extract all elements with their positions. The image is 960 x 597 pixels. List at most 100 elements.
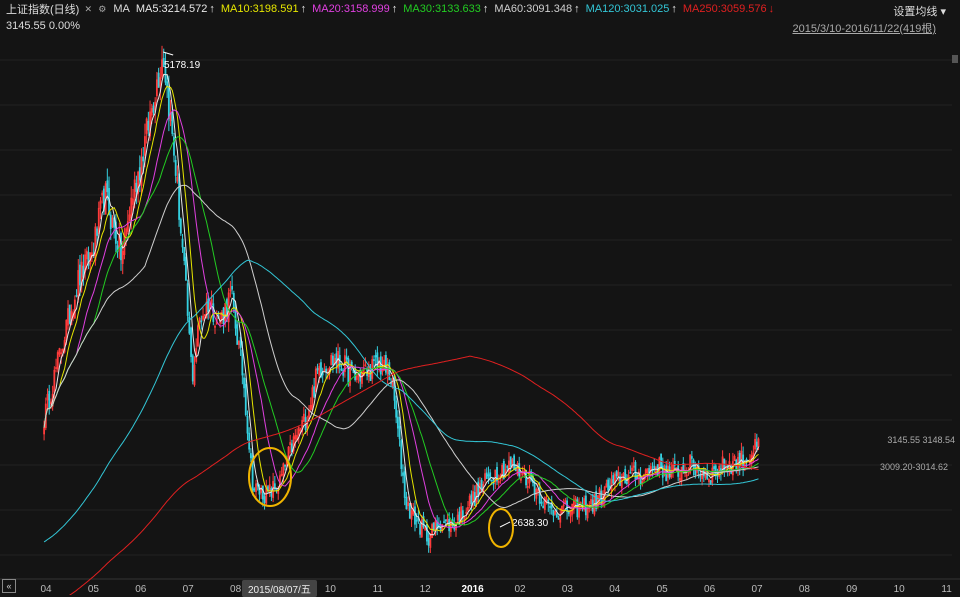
candle xyxy=(708,478,710,488)
candle xyxy=(644,468,647,480)
candle-body xyxy=(566,500,568,512)
scrollbar-thumb[interactable] xyxy=(952,55,958,63)
candle-body xyxy=(75,294,78,297)
x-tick-label: 09 xyxy=(846,584,858,595)
candle-body xyxy=(485,472,488,480)
candle-body xyxy=(444,519,447,522)
candle-body xyxy=(402,472,404,476)
candle xyxy=(386,357,389,384)
candle xyxy=(429,533,432,554)
candle xyxy=(73,295,76,319)
candle-body xyxy=(432,522,435,531)
candle-body xyxy=(403,471,406,498)
close-icon[interactable]: ✕ xyxy=(83,4,93,14)
candle xyxy=(431,522,433,539)
date-range-link[interactable]: 2015/3/10-2016/11/22(419根) xyxy=(792,20,936,36)
candle xyxy=(68,304,71,325)
candle xyxy=(376,346,379,376)
candle xyxy=(549,502,551,515)
candle-body xyxy=(653,465,656,469)
candle xyxy=(126,210,129,235)
candle-body xyxy=(261,485,264,500)
low-pointer xyxy=(499,521,511,528)
cursor-date-label: 2015/08/07/五 xyxy=(242,580,317,597)
scroll-left-button[interactable]: « xyxy=(2,579,16,593)
chevron-down-icon: ▾ xyxy=(940,6,946,18)
candle-body xyxy=(340,368,343,371)
grid xyxy=(0,59,952,556)
candle xyxy=(159,66,162,101)
candle xyxy=(692,458,695,476)
candle xyxy=(190,326,192,363)
candle-body xyxy=(607,479,610,491)
settings-icon[interactable]: ⚙ xyxy=(97,4,107,14)
candle xyxy=(361,369,363,388)
candle xyxy=(550,495,553,515)
candle-body xyxy=(167,86,170,120)
candle-body xyxy=(540,501,543,504)
candle xyxy=(195,338,198,364)
candle-body xyxy=(313,386,316,397)
candle-body xyxy=(275,488,278,491)
candle-body xyxy=(138,167,141,181)
candle xyxy=(631,462,633,475)
candle xyxy=(267,485,269,494)
ma-legend-label: MA20:3158.999 xyxy=(312,3,390,15)
candle-body xyxy=(183,247,186,262)
candle xyxy=(311,384,314,411)
candle xyxy=(120,231,122,271)
candle-body xyxy=(443,521,445,524)
candle xyxy=(193,356,196,387)
x-tick-label: 11 xyxy=(941,584,952,595)
candle xyxy=(75,289,78,298)
candle xyxy=(220,309,223,325)
candle-body xyxy=(142,156,145,162)
candle-body xyxy=(284,464,286,467)
candle xyxy=(496,462,498,486)
x-tick-label: 07 xyxy=(751,584,763,595)
candle xyxy=(316,363,319,375)
candle xyxy=(181,233,184,253)
candlestick-chart[interactable]: 0405060708091011122016020304050607080910… xyxy=(0,0,960,595)
candle-body xyxy=(263,496,266,503)
candle xyxy=(672,457,674,478)
chart-legend: 上证指数(日线) ✕ ⚙ MA MA5:3214.572 ↑ MA10:3198.5… xyxy=(0,0,960,18)
candle-body xyxy=(345,356,348,360)
candle xyxy=(632,457,635,472)
ma-legend-label: MA60:3091.348 xyxy=(494,3,573,15)
candle xyxy=(526,478,529,494)
candle xyxy=(673,453,676,470)
candle xyxy=(118,222,121,260)
highlight-circle xyxy=(488,508,514,548)
candle xyxy=(637,468,640,485)
candle xyxy=(473,485,476,507)
candle xyxy=(82,254,85,286)
candle-body xyxy=(415,519,418,522)
ma-legend-item: MA250:3059.576 ↓ xyxy=(683,3,774,15)
candle xyxy=(733,454,736,462)
candle xyxy=(569,509,572,524)
ma-legend-item: MA120:3031.025 ↑ xyxy=(586,3,677,15)
candle-body xyxy=(68,304,71,324)
candle xyxy=(513,453,516,471)
candle xyxy=(330,352,333,366)
candle xyxy=(396,410,399,437)
x-tick-label: 05 xyxy=(88,584,100,595)
candle xyxy=(289,434,292,454)
arrow-up-icon: ↑ xyxy=(574,3,580,15)
candle xyxy=(91,241,93,262)
candle xyxy=(236,320,239,345)
candle xyxy=(419,522,422,538)
candle-body xyxy=(405,496,408,510)
candle xyxy=(554,510,557,516)
candle xyxy=(147,111,150,136)
x-tick-label: 04 xyxy=(40,584,52,595)
candle xyxy=(135,175,138,205)
candle xyxy=(400,438,403,477)
ma-settings-button[interactable]: 设置均线 ▾ xyxy=(893,3,946,19)
candle xyxy=(420,514,423,538)
candle xyxy=(501,463,504,482)
arrow-down-icon: ↓ xyxy=(768,3,775,15)
candle xyxy=(443,514,445,524)
x-tick-label: 03 xyxy=(562,584,574,595)
